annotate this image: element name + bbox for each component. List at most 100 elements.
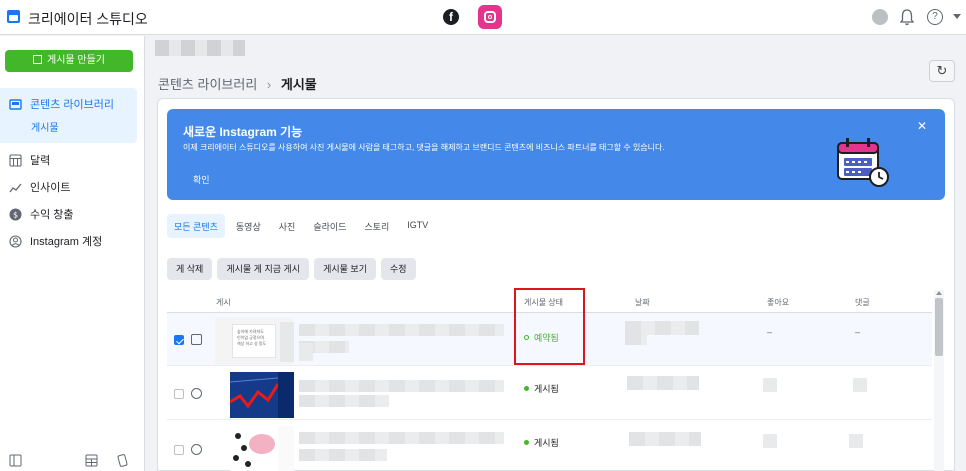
blurred-likes bbox=[763, 434, 777, 448]
piggy-bank-thumbnail-icon bbox=[230, 426, 278, 471]
view-post-button[interactable]: 게시물 보기 bbox=[314, 258, 376, 280]
blurred-date bbox=[625, 335, 647, 345]
sidebar-item-label: 콘텐츠 라이브러리 bbox=[30, 99, 115, 111]
feature-banner: 새로운 Instagram 기능 이제 크리에이터 스튜디오를 사용하여 사진 … bbox=[167, 109, 945, 200]
breadcrumb-parent[interactable]: 콘텐츠 라이브러리 bbox=[158, 77, 257, 92]
refresh-button[interactable]: ↻ bbox=[929, 60, 955, 82]
status-badge: 게시됨 bbox=[524, 382, 559, 395]
column-header-likes[interactable]: 좋아요 bbox=[767, 297, 789, 308]
status-label: 게시됨 bbox=[534, 438, 559, 448]
sidebar: 게시물 만들기 콘텐츠 라이브러리 게시물 달력 인사이트 $ 수익 창출 In… bbox=[0, 36, 145, 471]
post-thumbnail[interactable] bbox=[229, 372, 294, 418]
column-header-date[interactable]: 날짜 bbox=[635, 297, 650, 308]
blurred-caption bbox=[299, 395, 389, 407]
status-badge: 게시됨 bbox=[524, 436, 559, 449]
delete-button[interactable]: 게 삭제 bbox=[167, 258, 213, 280]
blurred-caption bbox=[299, 324, 504, 336]
refresh-icon: ↻ bbox=[936, 63, 948, 78]
banner-title: 새로운 Instagram 기능 bbox=[183, 125, 303, 139]
tab-slides[interactable]: 슬라이드 bbox=[306, 214, 353, 238]
top-bar: 크리에이터 스튜디오 f ? bbox=[0, 0, 966, 35]
calendar-clock-icon bbox=[837, 138, 889, 187]
tab-stories[interactable]: 스토리 bbox=[357, 214, 396, 238]
tab-videos[interactable]: 동영상 bbox=[229, 214, 268, 238]
published-dot-icon bbox=[524, 440, 529, 445]
scroll-up-icon[interactable] bbox=[936, 291, 942, 295]
breadcrumb-current: 게시물 bbox=[280, 77, 317, 92]
creator-studio-icon bbox=[7, 10, 20, 23]
sidebar-item-label: 인사이트 bbox=[30, 182, 71, 194]
sidebar-item-instagram-account[interactable]: Instagram 계정 bbox=[9, 233, 102, 249]
banner-body: 이제 크리에이터 스튜디오를 사용하여 사진 게시물에 사람을 태그하고, 댓글… bbox=[183, 143, 665, 152]
create-post-label: 게시물 만들기 bbox=[47, 55, 105, 66]
table-scrollbar[interactable] bbox=[934, 290, 944, 471]
sidebar-item-calendar[interactable]: 달력 bbox=[9, 152, 50, 168]
content-type-tabs: 모든 콘텐츠 동영상 사진 슬라이드 스토리 IGTV bbox=[167, 214, 439, 238]
account-icon bbox=[9, 234, 22, 248]
instagram-icon[interactable] bbox=[478, 5, 502, 29]
blurred-account-name bbox=[155, 40, 245, 56]
sidebar-item-monetization[interactable]: $ 수익 창출 bbox=[9, 206, 74, 222]
column-header-post: 게시 bbox=[216, 298, 231, 307]
sidebar-item-insights[interactable]: 인사이트 bbox=[9, 179, 70, 195]
panel-toggle-icon[interactable] bbox=[9, 454, 22, 467]
sidebar-item-label: 수익 창출 bbox=[30, 209, 74, 221]
published-dot-icon bbox=[524, 386, 529, 391]
banner-confirm-button[interactable]: 확인 bbox=[193, 173, 210, 186]
table-row[interactable]: 게시됨 bbox=[167, 367, 932, 420]
facebook-icon[interactable]: f bbox=[443, 9, 459, 25]
sidebar-item-content-library[interactable]: 콘텐츠 라이브러리 bbox=[9, 96, 114, 112]
table-view-icon[interactable] bbox=[85, 454, 98, 467]
mobile-icon[interactable] bbox=[116, 454, 129, 467]
breadcrumb-separator: › bbox=[266, 77, 272, 92]
breadcrumb: 콘텐츠 라이브러리 › 게시물 bbox=[158, 74, 317, 93]
row-checkbox[interactable] bbox=[174, 335, 184, 345]
insights-icon bbox=[9, 183, 22, 192]
photo-type-icon bbox=[191, 334, 202, 345]
sidebar-bottom-toolbar bbox=[0, 451, 144, 471]
library-icon bbox=[9, 98, 22, 110]
help-icon[interactable]: ? bbox=[927, 9, 943, 25]
instagram-post-type-icon bbox=[191, 388, 202, 399]
column-header-comments[interactable]: 댓글 bbox=[855, 297, 870, 308]
close-icon[interactable]: ✕ bbox=[917, 119, 927, 133]
dollar-icon: $ bbox=[9, 208, 22, 220]
blurred-comments bbox=[853, 378, 867, 392]
tab-igtv[interactable]: IGTV bbox=[400, 214, 435, 238]
avatar[interactable] bbox=[872, 9, 888, 25]
post-thumbnail[interactable] bbox=[230, 426, 294, 471]
calendar-icon bbox=[9, 153, 22, 167]
post-thumbnail[interactable]: 숲이에 가려져도 인이없 긍정으며 색상 하고 성 정도 bbox=[215, 318, 294, 364]
blurred-caption bbox=[299, 380, 504, 392]
instagram-post-type-icon bbox=[191, 444, 202, 455]
edit-icon bbox=[33, 55, 42, 64]
thumbnail-text: 숲이에 가려져도 인이없 긍정으며 색상 하고 성 정도 bbox=[232, 324, 276, 358]
row-checkbox[interactable] bbox=[174, 389, 184, 399]
chevron-down-icon[interactable] bbox=[953, 14, 961, 19]
bulk-actions: 게 삭제 게시물 게 지금 게시 게시물 보기 수정 bbox=[167, 258, 416, 280]
blurred-likes bbox=[763, 378, 777, 392]
bell-icon[interactable] bbox=[899, 8, 915, 26]
status-label: 게시됨 bbox=[534, 384, 559, 394]
tab-all-content[interactable]: 모든 콘텐츠 bbox=[167, 214, 225, 238]
comments-value: – bbox=[855, 327, 861, 337]
tab-photos[interactable]: 사진 bbox=[272, 214, 303, 238]
publish-now-button[interactable]: 게시물 게 지금 게시 bbox=[217, 258, 310, 280]
create-post-button[interactable]: 게시물 만들기 bbox=[5, 50, 133, 72]
row-checkbox[interactable] bbox=[174, 445, 184, 455]
sidebar-sub-item-posts[interactable]: 게시물 bbox=[31, 119, 59, 134]
blurred-date bbox=[629, 432, 701, 446]
likes-value: – bbox=[767, 327, 773, 337]
blurred-caption bbox=[299, 432, 504, 444]
scroll-thumb[interactable] bbox=[935, 298, 943, 356]
chart-thumbnail-icon bbox=[229, 372, 280, 418]
blurred-comments bbox=[849, 434, 863, 448]
table-row[interactable]: 게시됨 bbox=[167, 421, 932, 471]
edit-button[interactable]: 수정 bbox=[381, 258, 416, 280]
sidebar-item-label: 달력 bbox=[30, 155, 51, 167]
svg-text:$: $ bbox=[13, 210, 18, 219]
blurred-caption bbox=[299, 449, 387, 461]
status-highlight-box bbox=[514, 288, 585, 365]
blurred-date bbox=[625, 321, 699, 335]
app-title: 크리에이터 스튜디오 bbox=[28, 11, 148, 27]
